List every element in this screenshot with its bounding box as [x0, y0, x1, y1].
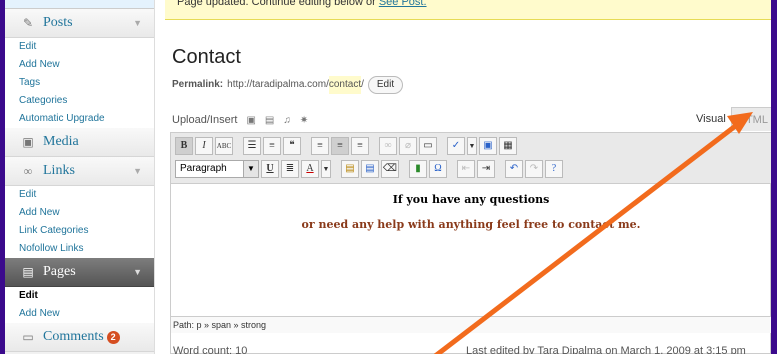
- toggle-icon[interactable]: ▼: [133, 18, 142, 28]
- add-media-icon[interactable]: ✷: [300, 115, 308, 126]
- bullet-list-icon[interactable]: ☰: [243, 137, 261, 155]
- redo-icon[interactable]: ↷: [525, 160, 543, 178]
- strikethrough-icon[interactable]: ABC: [215, 137, 233, 155]
- add-audio-icon[interactable]: ♫: [283, 115, 291, 126]
- pages-add-new-link[interactable]: Add New: [5, 305, 154, 323]
- content-line-1: If you have any questions: [392, 193, 550, 206]
- numbered-list-icon[interactable]: ≡: [263, 137, 281, 155]
- fullscreen-icon[interactable]: ▣: [479, 137, 497, 155]
- toolbar-row-2: Paragraph ▼ U ≣ A ▼ ▤ ▤ ⌫ ▮ Ω ⇤ ⇥ ↶ ↷ ?: [175, 159, 563, 179]
- notice-link[interactable]: See Post.: [379, 0, 427, 8]
- format-select-value: Paragraph: [180, 163, 227, 174]
- permalink-slug[interactable]: contact: [328, 76, 362, 94]
- menu-posts[interactable]: ✎ Posts ▼: [5, 9, 154, 38]
- pin-icon: ✎: [22, 15, 34, 30]
- sidebar-top-strip: [5, 0, 154, 9]
- editor-toolbar: B I ABC ☰ ≡ ❝ ≡ ≡ ≡ ∞ ⌀ ▭ ✓ ▼ ▣ ▦ Paragr…: [171, 133, 771, 184]
- menu-comments[interactable]: ▭ Comments 2: [5, 323, 154, 352]
- browser-frame: ✎ Posts ▼ Edit Add New Tags Categories A…: [5, 0, 771, 354]
- menu-pages-label: Pages: [43, 264, 76, 279]
- toggle-icon[interactable]: ▼: [133, 267, 142, 277]
- page-title-input[interactable]: Contact: [165, 40, 771, 74]
- menu-media-label: Media: [43, 134, 79, 149]
- remove-format-icon[interactable]: ⌫: [381, 160, 399, 178]
- posts-tags-link[interactable]: Tags: [5, 74, 154, 92]
- link-icon[interactable]: ∞: [379, 137, 397, 155]
- special-char-icon[interactable]: Ω: [429, 160, 447, 178]
- pages-edit-link[interactable]: Edit: [5, 287, 154, 305]
- add-image-icon[interactable]: ▣: [246, 115, 255, 126]
- embed-media-icon[interactable]: ▮: [409, 160, 427, 178]
- editor-status-bar: Word count: 10 Last edited by Tara Dipal…: [166, 345, 771, 354]
- underline-icon[interactable]: U: [261, 160, 279, 178]
- menu-comments-label: Comments: [43, 329, 104, 344]
- posts-categories-link[interactable]: Categories: [5, 92, 154, 110]
- justify-icon[interactable]: ≣: [281, 160, 299, 178]
- permalink-end: /: [361, 79, 364, 90]
- last-edited: Last edited by Tara Dipalma on March 1, …: [466, 345, 746, 354]
- posts-add-new-link[interactable]: Add New: [5, 56, 154, 74]
- menu-links-label: Links: [43, 163, 75, 178]
- paste-word-icon[interactable]: ▤: [361, 160, 379, 178]
- chevron-down-icon: ▼: [243, 161, 258, 177]
- edit-page-area: Contact Permalink: http://taradipalma.co…: [165, 20, 771, 354]
- toggle-icon[interactable]: ▼: [133, 166, 142, 176]
- unlink-icon[interactable]: ⌀: [399, 137, 417, 155]
- media-icon: ▣: [22, 134, 34, 149]
- add-video-icon[interactable]: ▤: [265, 115, 274, 126]
- italic-icon[interactable]: I: [195, 137, 213, 155]
- undo-icon[interactable]: ↶: [505, 160, 523, 178]
- paste-text-icon[interactable]: ▤: [341, 160, 359, 178]
- toolbar-row-1: B I ABC ☰ ≡ ❝ ≡ ≡ ≡ ∞ ⌀ ▭ ✓ ▼ ▣ ▦: [175, 136, 517, 156]
- align-left-icon[interactable]: ≡: [311, 137, 329, 155]
- update-notice: Page updated. Continue editing below or …: [165, 0, 771, 20]
- blockquote-icon[interactable]: ❝: [283, 137, 301, 155]
- pages-icon: ▤: [22, 264, 34, 279]
- permalink-row: Permalink: http://taradipalma.com/contac…: [172, 76, 404, 94]
- format-select[interactable]: Paragraph ▼: [175, 160, 259, 178]
- comment-icon: ▭: [22, 329, 34, 344]
- permalink-edit-button[interactable]: Edit: [367, 76, 404, 94]
- align-right-icon[interactable]: ≡: [351, 137, 369, 155]
- chain-icon: ∞: [23, 163, 33, 178]
- posts-automatic-upgrade-link[interactable]: Automatic Upgrade: [5, 110, 154, 128]
- spellcheck-icon[interactable]: ✓: [447, 137, 465, 155]
- help-icon[interactable]: ?: [545, 160, 563, 178]
- align-center-icon[interactable]: ≡: [331, 137, 349, 155]
- kitchen-sink-icon[interactable]: ▦: [499, 137, 517, 155]
- links-add-new-link[interactable]: Add New: [5, 204, 154, 222]
- upload-insert-label: Upload/Insert: [172, 114, 238, 126]
- links-categories-link[interactable]: Link Categories: [5, 222, 154, 240]
- text-color-icon[interactable]: A: [301, 160, 319, 178]
- notice-text: Page updated. Continue editing below or: [177, 0, 379, 8]
- menu-media[interactable]: ▣ Media: [5, 128, 154, 157]
- menu-posts-label: Posts: [43, 15, 73, 30]
- upload-insert-row: Upload/Insert ▣ ▤ ♫ ✷: [172, 112, 308, 128]
- tinymce-editor: B I ABC ☰ ≡ ❝ ≡ ≡ ≡ ∞ ⌀ ▭ ✓ ▼ ▣ ▦ Paragr…: [170, 132, 771, 354]
- tab-html[interactable]: HTML: [731, 107, 771, 131]
- permalink-base: http://taradipalma.com/: [227, 79, 329, 90]
- permalink-label: Permalink:: [172, 79, 224, 90]
- editor-content[interactable]: If you have any questions or need any he…: [171, 184, 771, 314]
- comments-count-badge: 2: [106, 330, 120, 344]
- outdent-icon[interactable]: ⇤: [457, 160, 475, 178]
- menu-pages[interactable]: ▤ Pages ▼: [5, 258, 154, 287]
- content-line-2: or need any help with anything feel free…: [301, 218, 641, 231]
- indent-icon[interactable]: ⇥: [477, 160, 495, 178]
- posts-edit-link[interactable]: Edit: [5, 38, 154, 56]
- editor-path-bar: Path: p » span » strong: [171, 316, 771, 333]
- word-count: Word count: 10: [173, 345, 248, 354]
- links-edit-link[interactable]: Edit: [5, 186, 154, 204]
- more-tag-icon[interactable]: ▭: [419, 137, 437, 155]
- tab-visual[interactable]: Visual: [690, 107, 732, 131]
- admin-sidebar: ✎ Posts ▼ Edit Add New Tags Categories A…: [5, 0, 155, 354]
- bold-icon[interactable]: B: [175, 137, 193, 155]
- text-color-menu-icon[interactable]: ▼: [321, 160, 331, 178]
- menu-links[interactable]: ∞ Links ▼: [5, 157, 154, 186]
- links-nofollow-link[interactable]: Nofollow Links: [5, 240, 154, 258]
- spellcheck-menu-icon[interactable]: ▼: [467, 137, 477, 155]
